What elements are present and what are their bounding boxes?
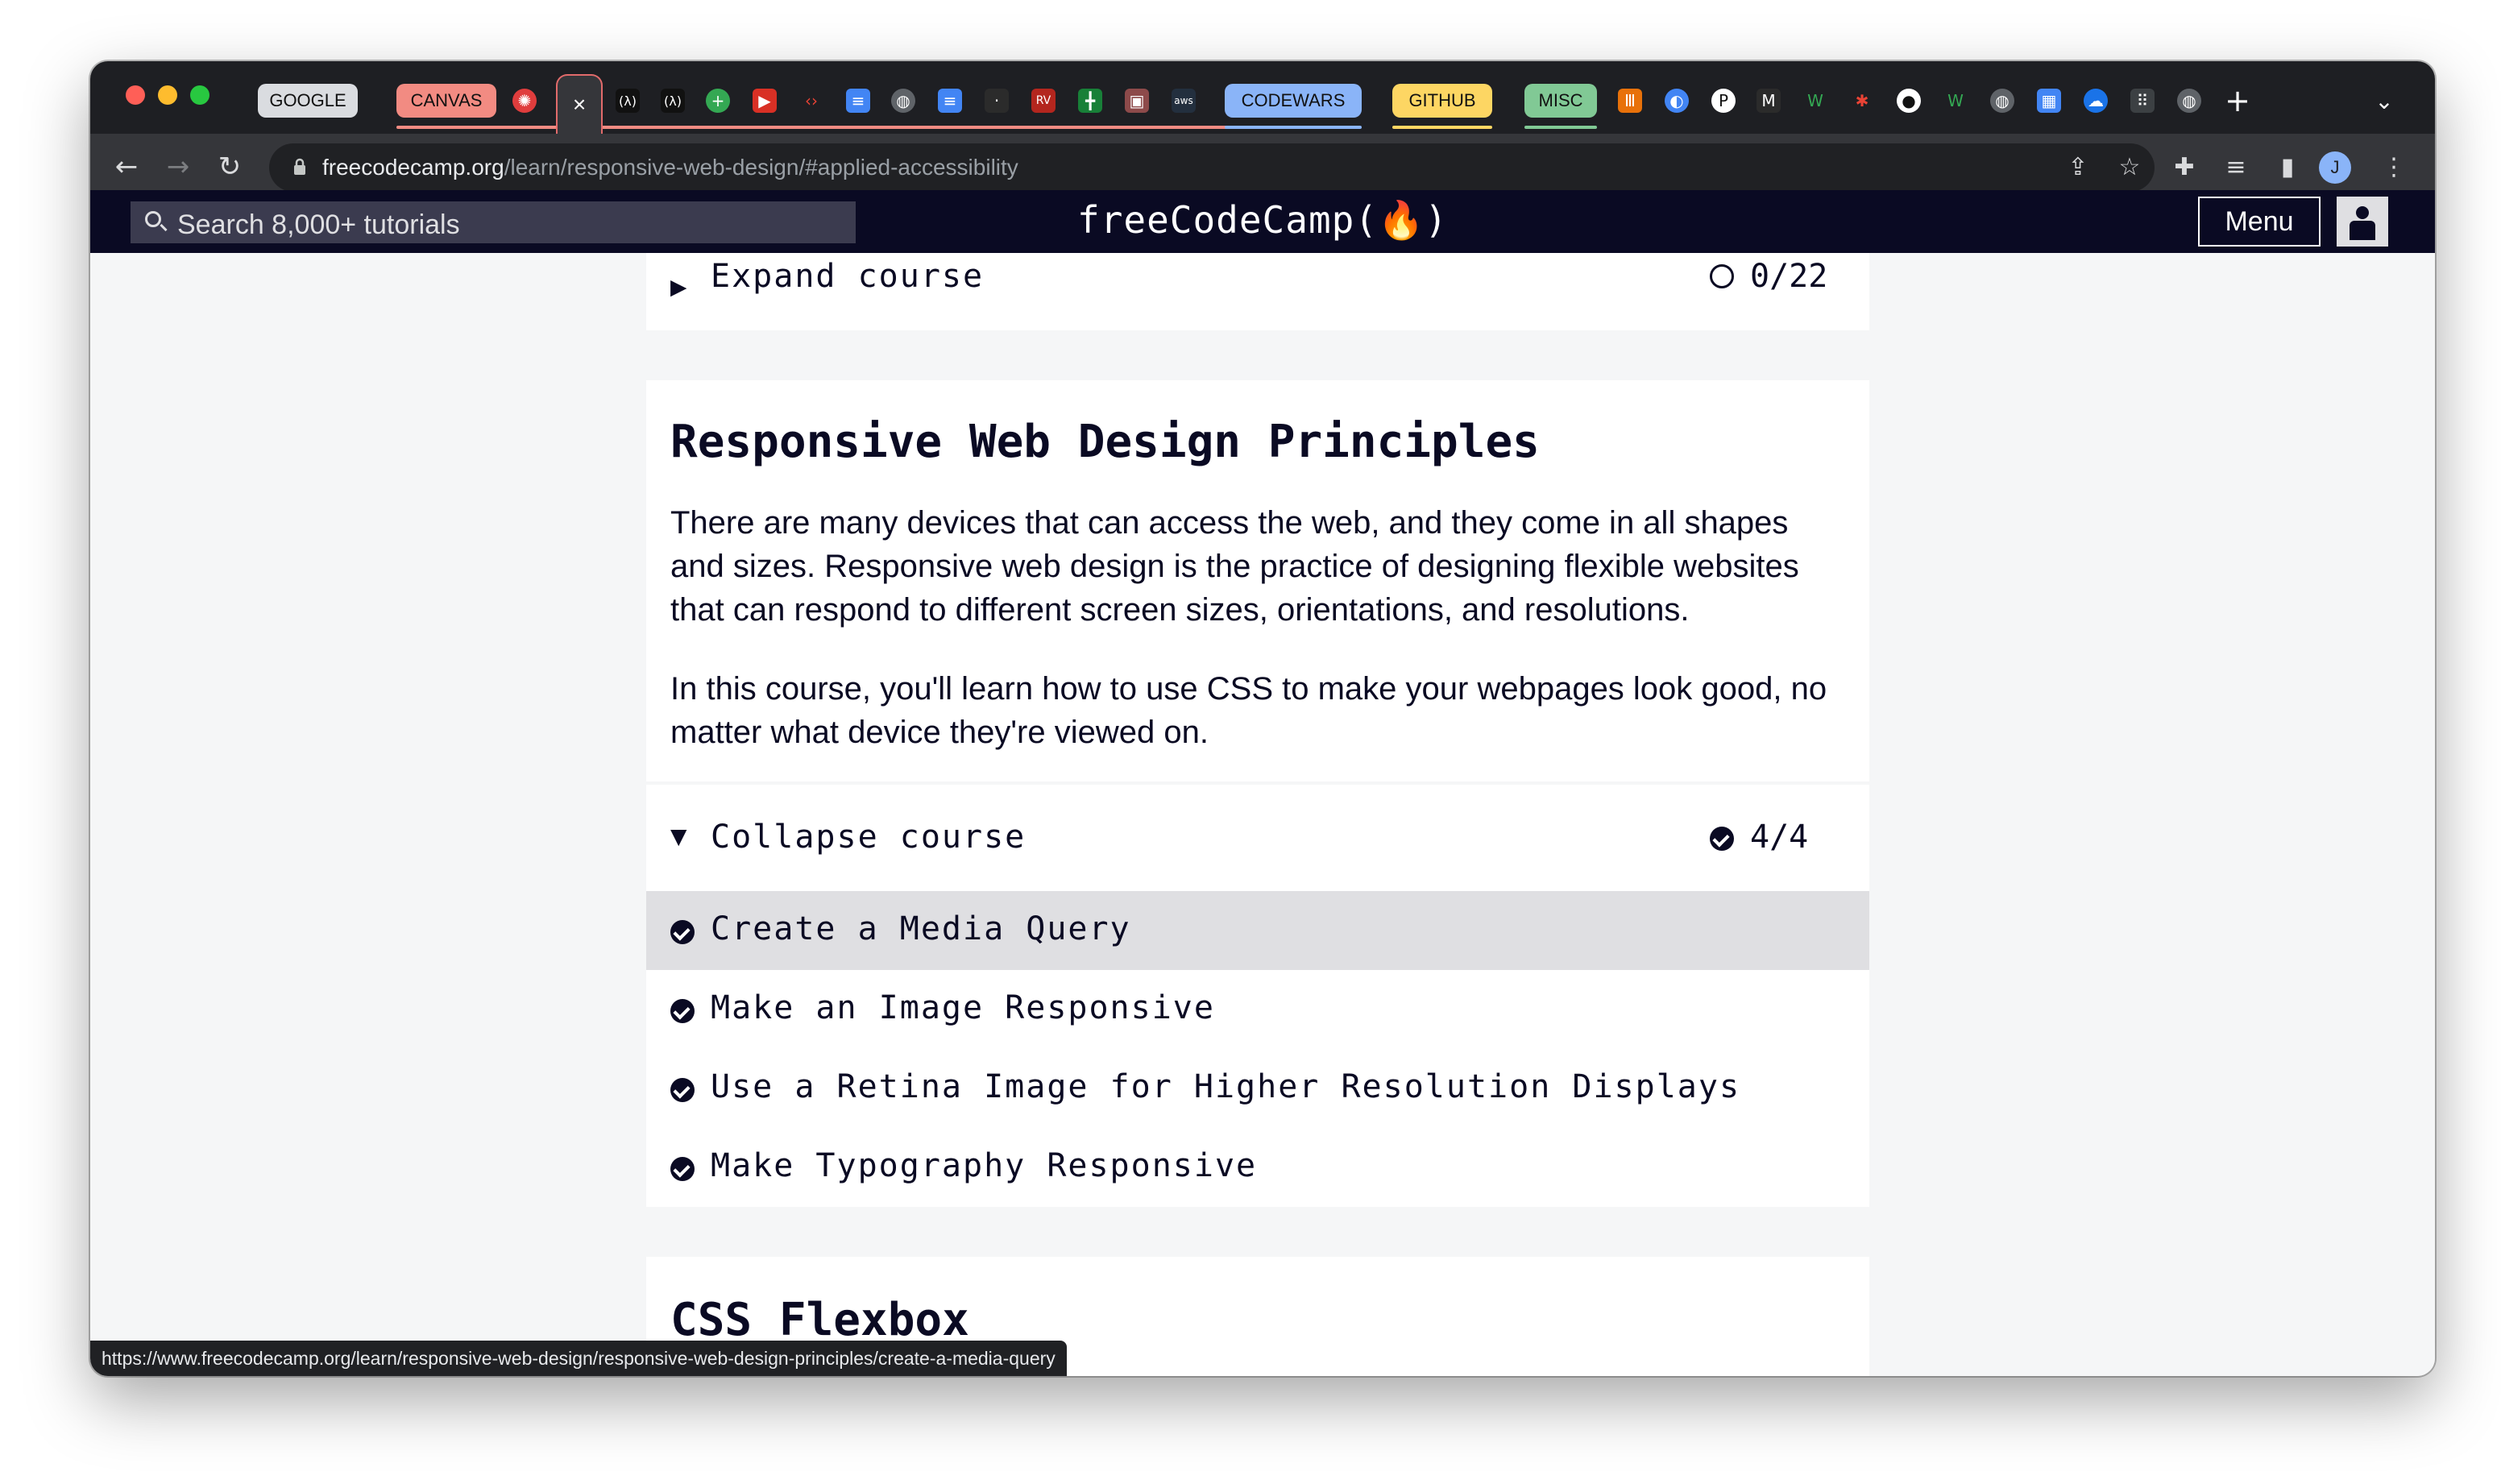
- challenge-title: Make an Image Responsive: [711, 989, 1215, 1026]
- fcc-logo[interactable]: freeCodeCamp(🔥): [90, 198, 2435, 242]
- reload-button[interactable]: ↻: [209, 147, 250, 187]
- check-circle-icon: [670, 920, 695, 944]
- sheets-tab-icon[interactable]: ╋: [1078, 89, 1102, 113]
- expand-course-button[interactable]: ▶ Expand course 0/22: [646, 253, 1869, 330]
- course-progress: 4/4: [1750, 819, 1809, 856]
- challenge-list-card: ▼ Collapse course 4/4 Create a Media Que…: [646, 785, 1869, 1207]
- canvas-tab-icon[interactable]: ✺: [512, 89, 537, 113]
- check-circle-icon: [1710, 827, 1734, 851]
- w-tab-icon[interactable]: W: [1803, 89, 1827, 113]
- globe-tab-icon[interactable]: ◍: [2177, 89, 2201, 113]
- side-panel-icon[interactable]: ▮: [2269, 148, 2306, 185]
- codewars-group-underline: [1225, 126, 1362, 129]
- m-tab-icon[interactable]: M: [1757, 89, 1781, 113]
- tab-group-google[interactable]: GOOGLE: [258, 84, 358, 118]
- youtube-tab-icon[interactable]: ▶: [753, 89, 777, 113]
- freecodecamp-tab-icon[interactable]: (λ): [616, 89, 640, 113]
- collapse-course-button[interactable]: ▼ Collapse course 4/4: [646, 785, 1869, 889]
- course-progress: 0/22: [1750, 258, 1828, 295]
- user-avatar[interactable]: [2337, 197, 2388, 247]
- empty-circle-icon: [1710, 264, 1734, 288]
- tab-group-codewars[interactable]: CODEWARS: [1225, 84, 1362, 118]
- check-circle-icon: [670, 1157, 695, 1181]
- tab-search-button[interactable]: ⌄: [2372, 88, 2396, 114]
- books-tab-icon[interactable]: Ⅲ: [1618, 89, 1642, 113]
- active-tab[interactable]: ×: [556, 74, 603, 134]
- lock-icon: [294, 158, 305, 175]
- p-tab-icon[interactable]: P: [1711, 89, 1736, 113]
- avatar-body: [2350, 221, 2375, 240]
- w-tab-icon[interactable]: W: [1943, 89, 1968, 113]
- github-group-underline: [1392, 126, 1492, 129]
- profile-avatar[interactable]: J: [2319, 151, 2351, 184]
- tab-group-github[interactable]: GITHUB: [1392, 84, 1492, 118]
- avatar-head: [2356, 206, 2369, 219]
- docs-tab-icon[interactable]: ≡: [846, 89, 870, 113]
- menu-button[interactable]: Menu: [2198, 197, 2321, 247]
- new-tab-button[interactable]: +: [2225, 83, 2250, 118]
- back-button[interactable]: ←: [106, 147, 147, 187]
- aws-tab-icon[interactable]: aws: [1172, 89, 1196, 113]
- extensions-icon[interactable]: ✚: [2166, 148, 2203, 185]
- asterisk-tab-icon[interactable]: ✱: [1850, 89, 1874, 113]
- salesforce-tab-icon[interactable]: ☁: [2084, 89, 2108, 113]
- grid-tab-icon[interactable]: ⠿: [2130, 89, 2155, 113]
- tab-group-misc[interactable]: MISC: [1524, 84, 1597, 118]
- triangle-right-icon: ▶: [670, 271, 687, 303]
- curriculum-content: ▶ Expand course 0/22 Responsive Web Desi…: [90, 253, 2435, 1376]
- check-circle-icon: [670, 999, 695, 1023]
- next-block-title[interactable]: CSS Flexbox: [670, 1294, 969, 1346]
- block-intro-paragraph: There are many devices that can access t…: [670, 505, 1799, 628]
- media-controls-icon[interactable]: ≡: [2217, 148, 2254, 185]
- challenge-title: Create a Media Query: [711, 910, 1131, 947]
- more-menu-icon[interactable]: ⋮: [2375, 148, 2412, 185]
- code-tab-icon[interactable]: ‹›: [799, 89, 823, 113]
- globe-tab-icon[interactable]: ◍: [891, 89, 915, 113]
- tab-group-canvas[interactable]: CANVAS: [396, 84, 496, 118]
- block-intro-paragraph: In this course, you'll learn how to use …: [670, 671, 1827, 750]
- github-tab-icon[interactable]: ●: [1897, 89, 1921, 113]
- maximize-window-button[interactable]: [190, 85, 209, 105]
- collapse-course-label: Collapse course: [711, 819, 1027, 856]
- challenge-link[interactable]: Create a Media Query: [646, 891, 1869, 970]
- challenge-title: Use a Retina Image for Higher Resolution…: [711, 1068, 1741, 1105]
- challenge-link[interactable]: Use a Retina Image for Higher Resolution…: [646, 1049, 1869, 1128]
- browser-window: GOOGLE CANVAS ✺ × (λ) (λ) + ▶ ‹› ≡ ◍ ≡ ·…: [90, 61, 2435, 1376]
- misc-group-underline: [1524, 126, 1597, 129]
- circle-tab-icon[interactable]: ◐: [1665, 89, 1689, 113]
- share-icon[interactable]: ⇪: [2059, 148, 2097, 185]
- close-tab-icon[interactable]: ×: [573, 92, 586, 118]
- rv-tab-icon[interactable]: RV: [1031, 89, 1056, 113]
- check-circle-icon: [670, 1078, 695, 1102]
- challenge-link[interactable]: Make Typography Responsive: [646, 1128, 1869, 1207]
- canvas-group-underline: [396, 126, 1299, 129]
- tab-strip: GOOGLE CANVAS ✺ × (λ) (λ) + ▶ ‹› ≡ ◍ ≡ ·…: [90, 61, 2435, 134]
- previous-block-card: ▶ Expand course 0/22: [646, 253, 1869, 330]
- status-bar-link-preview: https://www.freecodecamp.org/learn/respo…: [90, 1341, 1067, 1376]
- block-title: Responsive Web Design Principles: [670, 416, 1540, 468]
- block-intro-card: Responsive Web Design Principles There a…: [646, 380, 1869, 781]
- freecodecamp-tab-icon[interactable]: (λ): [661, 89, 685, 113]
- plus-app-tab-icon[interactable]: +: [706, 89, 730, 113]
- challenge-link[interactable]: Make an Image Responsive: [646, 970, 1869, 1049]
- close-window-button[interactable]: [126, 85, 145, 105]
- expand-course-label: Expand course: [711, 258, 985, 295]
- url-text: freecodecamp.org/learn/responsive-web-de…: [322, 155, 1018, 180]
- layout-tab-icon[interactable]: ▦: [2037, 89, 2061, 113]
- dark-tab-icon[interactable]: ·: [985, 89, 1009, 113]
- minimize-window-button[interactable]: [158, 85, 177, 105]
- globe-tab-icon[interactable]: ◍: [1990, 89, 2014, 113]
- triangle-down-icon: ▼: [670, 820, 687, 852]
- fcc-navbar: Search 8,000+ tutorials freeCodeCamp(🔥) …: [90, 190, 2435, 253]
- address-bar[interactable]: freecodecamp.org/learn/responsive-web-de…: [269, 143, 2155, 192]
- docs-tab-icon[interactable]: ≡: [938, 89, 962, 113]
- forward-button[interactable]: →: [158, 147, 198, 187]
- image-tab-icon[interactable]: ▣: [1125, 89, 1149, 113]
- bookmark-star-icon[interactable]: ☆: [2111, 148, 2148, 185]
- challenge-title: Make Typography Responsive: [711, 1147, 1258, 1184]
